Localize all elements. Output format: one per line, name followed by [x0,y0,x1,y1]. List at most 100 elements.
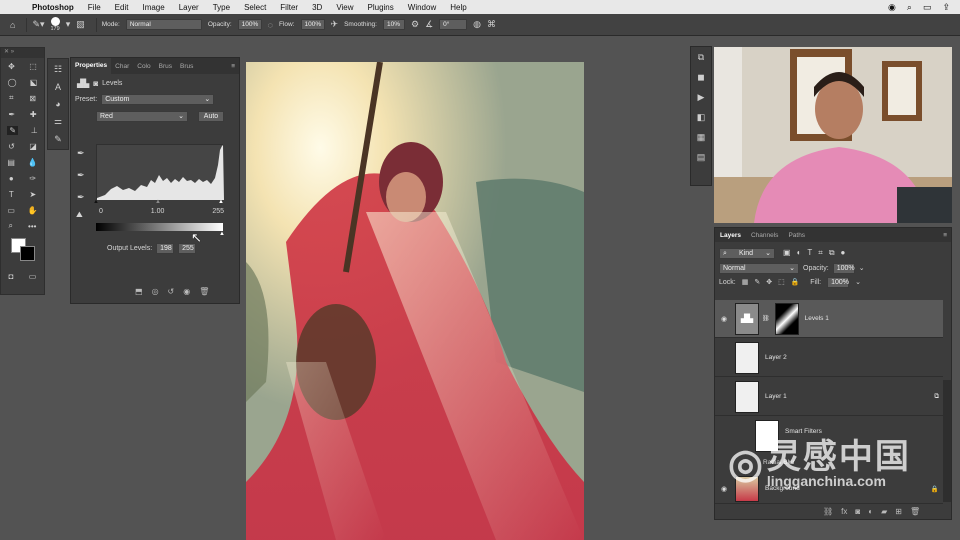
chevron-down-icon[interactable]: ▾ [66,19,71,30]
auto-button[interactable]: Auto [198,110,224,122]
lock-pixels-icon[interactable]: ✎ [754,278,760,286]
brush-tool-icon[interactable]: ✎ [7,125,19,135]
new-layer-icon[interactable]: ⊞ [895,507,902,516]
blend-mode-select[interactable]: Normal ⌄ [719,262,799,274]
preset-select[interactable]: Custom ⌄ [101,93,215,105]
background-color[interactable] [20,246,35,261]
layer-name[interactable]: Levels 1 [805,315,829,322]
more-tools-icon[interactable]: ••• [28,222,36,231]
document-canvas[interactable] [246,62,584,540]
gear-icon[interactable]: ⚙ [411,19,419,30]
move-tool-icon[interactable]: ✥ [8,62,15,71]
layer-row-layer1[interactable]: Layer 1 ⧉ [715,378,943,416]
shape-tool-icon[interactable]: ▭ [7,206,15,215]
add-mask-icon[interactable]: ◙ [855,507,860,516]
menu-image[interactable]: Image [142,3,164,12]
tab-channels[interactable]: Channels [746,232,783,239]
filter-type-icon[interactable]: T [807,248,812,258]
chevron-down-icon[interactable]: ⌄ [859,264,865,272]
chevron-down-icon[interactable]: ⌄ [855,278,861,286]
lock-transparency-icon[interactable]: ▦ [742,278,749,286]
brush-settings-icon[interactable]: ⚌ [54,116,62,127]
layers-scrollbar[interactable] [943,380,951,502]
output-black-value[interactable]: 198 [156,243,175,254]
layer-row-layer2[interactable]: Layer 2 [715,339,943,377]
black-point-eyedropper-icon[interactable]: ✒ [77,148,85,159]
libraries-icon[interactable]: ◼ [697,72,704,83]
tab-color[interactable]: Colo [133,63,154,70]
dodge-tool-icon[interactable]: ● [9,174,14,183]
lock-position-icon[interactable]: ✥ [766,278,772,286]
filter-pixel-icon[interactable]: ▣ [783,248,791,258]
fill-field[interactable]: 100% [827,276,850,288]
clip-to-layer-icon[interactable]: ⬒ [135,287,143,296]
tab-brushes[interactable]: Brus [155,63,176,70]
blur-tool-icon[interactable]: 💧 [28,158,38,167]
tab-paths[interactable]: Paths [783,232,810,239]
menu-plugins[interactable]: Plugins [368,3,394,12]
brush-preset-picker[interactable]: 179 [51,16,60,33]
mask-thumb[interactable] [774,302,799,335]
gray-point-eyedropper-icon[interactable]: ✒ [77,170,85,181]
share-icon[interactable]: ⇪ [942,2,950,13]
brushes-icon[interactable]: ✎ [54,134,62,145]
type-tool-icon[interactable]: T [9,190,14,199]
pen-tool-icon[interactable]: ✑ [29,174,36,183]
delete-layer-icon[interactable]: 🗑 [910,507,920,516]
menu-edit[interactable]: Edit [115,3,129,12]
layer-opacity-field[interactable]: 100% [832,262,855,274]
lock-artboard-icon[interactable]: ⬚ [778,278,785,286]
filter-smart-icon[interactable]: ⧉ [829,248,835,258]
output-white-value[interactable]: 255 [178,243,197,254]
eyedropper-icon[interactable]: ✒ [8,110,15,119]
brush-tool-icon[interactable]: ✎▾ [32,19,44,30]
black-input-slider[interactable]: ▲ [93,199,99,205]
layer-name[interactable]: Layer 2 [765,354,787,361]
panel-menu-icon[interactable]: ≡ [943,232,951,239]
clone-stamp-icon[interactable]: ⊥ [31,126,38,135]
menu-filter[interactable]: Filter [280,3,298,12]
layer-style-icon[interactable]: fx [841,507,847,516]
mode-select[interactable]: Normal [125,19,202,30]
user-icon[interactable]: ◉ [888,2,896,13]
notes-icon[interactable]: ▤ [697,152,706,163]
view-previous-icon[interactable]: ◎ [152,287,159,296]
actions-play-icon[interactable]: ▶ [698,92,705,103]
history-icon[interactable]: ⧉ [698,52,704,63]
channel-select[interactable]: Red ⌄ [96,110,188,122]
layer-name[interactable]: Smart Filters [785,428,822,435]
layer-name[interactable]: Layer 1 [765,393,787,400]
filter-kind-select[interactable]: ⌕ Kind ⌄ [719,247,775,259]
filter-toggle-icon[interactable]: ● [841,248,846,258]
zoom-tool-icon[interactable]: ⌕ [9,221,13,231]
filter-shape-icon[interactable]: ⌗ [818,248,823,258]
marquee-tool-icon[interactable]: ⬚ [29,62,37,71]
clipping-icon[interactable]: ⛰ [76,210,83,220]
panel-menu-icon[interactable]: ≡ [231,63,239,70]
color-icon[interactable]: ◕ [55,99,60,109]
healing-brush-icon[interactable]: ✚ [30,110,37,119]
lasso-tool-icon[interactable]: ◯ [8,78,17,87]
frame-tool-icon[interactable]: ⊠ [29,94,36,103]
menu-window[interactable]: Window [408,3,436,12]
menu-file[interactable]: File [88,3,101,12]
smart-object-icon[interactable]: ⧉ [934,393,939,401]
tab-character[interactable]: Char [111,63,133,70]
gamma-input-slider[interactable]: ▲ [155,199,161,205]
tab-brush-settings[interactable]: Brus [176,63,197,70]
swatches-icon[interactable]: ▦ [697,132,706,143]
white-point-eyedropper-icon[interactable]: ✒ [77,192,85,203]
link-layers-icon[interactable]: ⛓ [823,507,833,516]
quick-mask-icon[interactable]: ◘ [9,272,14,281]
search-icon[interactable]: ⌕ [907,2,912,13]
airbrush-icon[interactable]: ✈ [331,19,339,30]
eraser-icon[interactable]: ◪ [29,142,37,151]
new-adjustment-icon[interactable]: ◐ [868,507,873,516]
menu-layer[interactable]: Layer [179,3,199,12]
smoothing-field[interactable]: 10% [382,19,405,30]
input-black-value[interactable]: 0 [99,208,103,215]
input-white-value[interactable]: 255 [212,208,224,215]
visibility-eye-icon[interactable]: ◉ [715,315,733,323]
input-gamma-value[interactable]: 1.00 [151,208,165,215]
input-sliders[interactable]: ▲ ▲ ▲ [93,199,224,205]
